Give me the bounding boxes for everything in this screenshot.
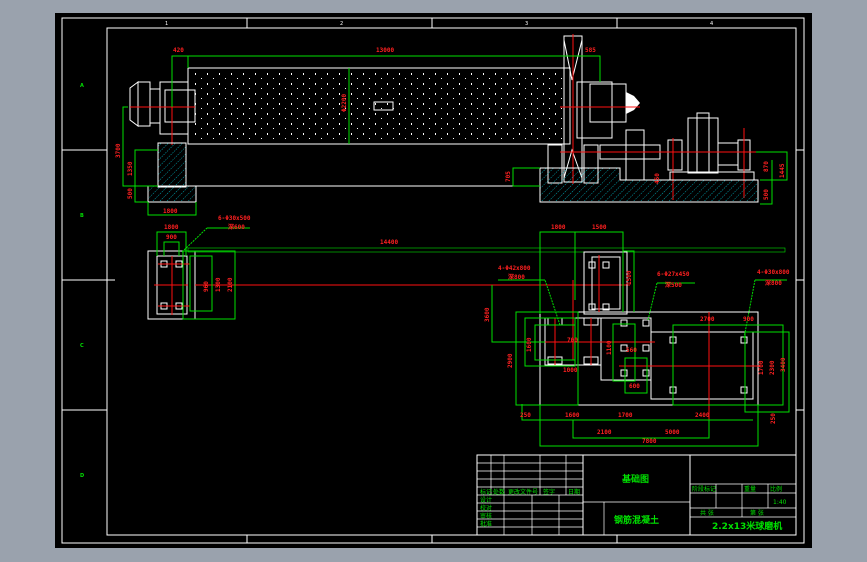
dim-left-w1: 1800 xyxy=(164,224,179,231)
dim-r4: 250 xyxy=(770,413,777,424)
dim-r2: 2300 xyxy=(769,360,776,375)
dim-bottom7: 7800 xyxy=(642,438,657,445)
label-date: 日期 xyxy=(568,488,580,496)
scale-value: 1:40 xyxy=(773,499,787,506)
dim-right-height: 705 xyxy=(505,171,512,182)
product-name: 2.2x13米球磨机 xyxy=(712,520,782,532)
dim-bottom5: 2100 xyxy=(597,429,612,436)
dim-left-depth: 深600 xyxy=(228,223,245,231)
dim-left-bolts: 6-Φ30x500 xyxy=(218,215,251,222)
dim-bottom6: 5000 xyxy=(665,429,680,436)
dim-w-d: 560 xyxy=(626,347,637,354)
dim-motor-h3: 500 xyxy=(763,189,770,200)
label-check: 校对 xyxy=(480,504,492,512)
dim-depth-c: 深800 xyxy=(765,279,782,287)
label-count: 处数 xyxy=(493,488,505,496)
label-scale: 比例 xyxy=(770,485,782,493)
zone-top-3: 3 xyxy=(525,21,528,27)
dim-left-h2: 1300 xyxy=(215,277,222,292)
sheet-number: 第 张 xyxy=(750,509,764,517)
dim-shell-diameter: Φ2200 xyxy=(341,94,348,112)
dim-h-a: 1600 xyxy=(526,337,533,352)
dim-w-f: 900 xyxy=(743,316,754,323)
dim-depth-b: 深500 xyxy=(665,281,682,289)
label-review: 审核 xyxy=(480,512,492,520)
zone-top-4: 4 xyxy=(710,21,713,27)
zone-left-b: B xyxy=(80,213,84,219)
dim-right-w2: 1500 xyxy=(592,224,607,231)
dim-left-h3: 2100 xyxy=(227,277,234,292)
sheet-total: 共 张 xyxy=(700,509,714,517)
dim-bottom3: 1700 xyxy=(618,412,633,419)
dim-h-b: 1500 xyxy=(626,270,633,285)
dim-reducer-h: 450 xyxy=(654,173,661,184)
feed-foundation-base xyxy=(147,185,197,203)
label-stage: 阶段标记 xyxy=(692,485,716,493)
material: 钢筋混凝土 xyxy=(614,514,659,526)
dim-motor-h1: 870 xyxy=(763,161,770,172)
dim-r3: 3400 xyxy=(780,357,787,372)
dim-h-left: 3600 xyxy=(484,307,491,322)
cad-drawing-canvas[interactable]: 1 2 3 4 A B C D 420 13000 585 Φ2200 3700… xyxy=(0,0,867,562)
dim-r1: 1700 xyxy=(758,360,765,375)
zone-left-d: D xyxy=(80,473,84,479)
drawing-name: 基础图 xyxy=(621,473,649,485)
zone-top-2: 2 xyxy=(340,21,343,27)
dim-base-height: 500 xyxy=(127,188,134,199)
label-approve: 批准 xyxy=(480,520,492,528)
dim-h-c: 1100 xyxy=(606,340,613,355)
dim-motor-h2: 1445 xyxy=(779,163,786,178)
dim-w-a: 1000 xyxy=(563,367,578,374)
dim-w-c: 600 xyxy=(629,383,640,390)
dim-left-w2: 900 xyxy=(166,234,177,241)
liner-bolt-pattern xyxy=(192,72,566,140)
dim-span: 14400 xyxy=(380,239,398,246)
dim-left-offset: 420 xyxy=(173,47,184,54)
dim-right-w1: 1800 xyxy=(551,224,566,231)
dim-depth-a: 深800 xyxy=(508,273,525,281)
label-weight: 重量 xyxy=(744,485,756,493)
dim-pier-height: 1350 xyxy=(127,161,134,176)
dim-bottom1: 250 xyxy=(520,412,531,419)
label-change-doc: 更改文件号 xyxy=(508,488,538,496)
feed-pier xyxy=(157,142,187,188)
zone-top-1: 1 xyxy=(165,21,168,27)
zone-left-c: C xyxy=(80,343,84,349)
dim-bolts-a: 4-Φ42x800 xyxy=(498,265,531,272)
label-signature: 签字 xyxy=(543,488,555,496)
dim-w-e: 2700 xyxy=(700,316,715,323)
zone-left-a: A xyxy=(80,83,84,89)
dim-left-h1: 960 xyxy=(203,281,210,292)
dim-h-mid: 2900 xyxy=(507,353,514,368)
dim-right-offset: 585 xyxy=(585,47,596,54)
dim-shell-length: 13000 xyxy=(376,47,394,54)
dim-base-width: 1800 xyxy=(163,208,178,215)
label-mark: 标记 xyxy=(480,488,492,496)
dim-bottom2: 1600 xyxy=(565,412,580,419)
dim-bottom4: 2400 xyxy=(695,412,710,419)
dim-height-total: 3700 xyxy=(115,143,122,158)
dim-w-b: 700 xyxy=(567,337,578,344)
label-design: 设计 xyxy=(480,496,492,504)
dim-bolts-c: 4-Φ30x800 xyxy=(757,269,790,276)
dim-bolts-b: 6-Φ27x450 xyxy=(657,271,690,278)
